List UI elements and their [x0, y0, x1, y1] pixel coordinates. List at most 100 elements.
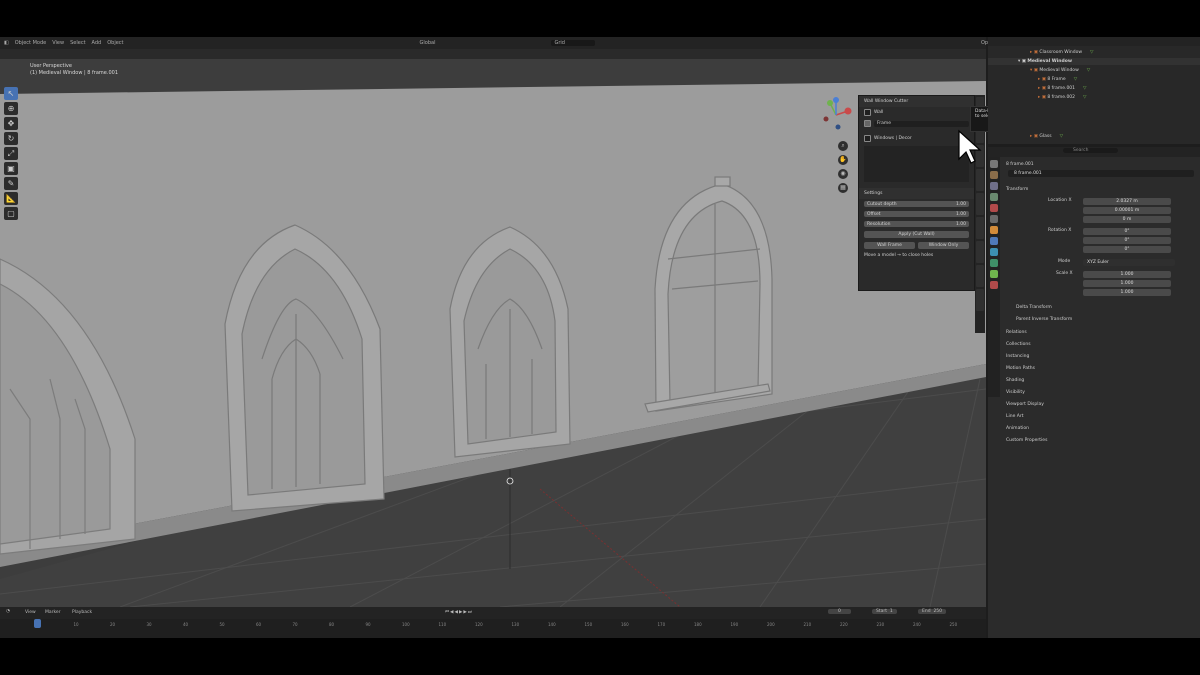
timeline-tick-label: 120 — [475, 622, 483, 627]
material-tab-icon[interactable] — [990, 281, 998, 289]
menu-view[interactable]: View — [52, 40, 64, 46]
scale-tool-icon[interactable]: ⤢ — [4, 147, 18, 160]
annotate-tool-icon[interactable]: ✎ — [4, 177, 18, 190]
playback-controls[interactable]: ⏮◀◀▶▶⏭ — [445, 609, 473, 615]
object-name-field[interactable]: 8 frame.001 — [1008, 170, 1194, 177]
line-art-section[interactable]: Line Art — [1006, 414, 1024, 419]
add-cube-tool-icon[interactable]: ▢ — [4, 207, 18, 220]
location-y-field[interactable]: 0.00001 m — [1083, 207, 1171, 214]
tool-header — [0, 49, 986, 59]
timeline-menu-view[interactable]: View — [25, 610, 36, 615]
object-tab-icon[interactable] — [990, 226, 998, 234]
panel-title: Wall Window Cutter — [859, 96, 974, 107]
measure-tool-icon[interactable]: 📐 — [4, 192, 18, 205]
move-tool-icon[interactable]: ✥ — [4, 117, 18, 130]
view-layer-tab-icon[interactable] — [990, 193, 998, 201]
outliner-item[interactable]: ▾ ▣ Medieval Window◉ ◉ — [988, 58, 1200, 65]
particles-tab-icon[interactable] — [990, 248, 998, 256]
relations-section[interactable]: Relations — [1006, 330, 1027, 335]
rotation-mode-select[interactable]: XYZ Euler — [1083, 259, 1175, 266]
editor-type-icon[interactable]: ◧ — [4, 40, 9, 46]
rotation-y-field[interactable]: 0° — [1083, 237, 1171, 244]
scale-x-field[interactable]: 1.000 — [1083, 271, 1171, 278]
timeline-tick-label: 100 — [402, 622, 410, 627]
menu-add[interactable]: Add — [92, 40, 102, 46]
world-tab-icon[interactable] — [990, 215, 998, 223]
cutout-depth-field[interactable]: Cutout depth 1.00 — [864, 201, 969, 207]
tool-tab-icon[interactable] — [990, 160, 998, 168]
visibility-section[interactable]: Visibility — [1006, 390, 1025, 395]
window-list-item[interactable]: Windows | Decor — [874, 136, 912, 141]
camera-icon[interactable]: ◉ — [838, 169, 848, 179]
viewport-display-section[interactable]: Viewport Display — [1006, 402, 1044, 407]
menu-select[interactable]: Select — [70, 40, 85, 46]
timeline-tick-label: 10 — [73, 622, 79, 627]
outliner-item[interactable]: ▸ ▣ Classroom Window▽◉ ◉ — [988, 49, 1200, 56]
cursor-tool-icon[interactable]: ⊕ — [4, 102, 18, 115]
physics-tab-icon[interactable] — [990, 259, 998, 267]
frame-picker[interactable] — [864, 120, 871, 127]
rotation-z-field[interactable]: 0° — [1083, 246, 1171, 253]
parent-inverse-section[interactable]: Parent Inverse Transform — [1016, 317, 1072, 322]
window-list[interactable] — [864, 146, 969, 182]
rotation-x-field[interactable]: 0° — [1083, 228, 1171, 235]
timeline-tick-label: 170 — [657, 622, 666, 627]
outliner-item[interactable]: ▸ ▣ 8 frame.001▽◉ ◉ — [988, 85, 1200, 92]
properties-editor: Search 8 frame.001 8 frame.001 Transform… — [988, 147, 1200, 638]
scene-tab-icon[interactable] — [990, 204, 998, 212]
wall-label: Wall — [874, 110, 884, 115]
orientation-select[interactable]: Global — [420, 40, 436, 46]
render-tab-icon[interactable] — [990, 171, 998, 179]
data-tab-icon[interactable] — [990, 270, 998, 278]
start-frame-field[interactable]: Start 1 — [872, 609, 897, 614]
transform-tool-icon[interactable]: ▣ — [4, 162, 18, 175]
properties-search[interactable]: Search — [1063, 148, 1119, 153]
outliner-item[interactable]: ▸ ▣ 8 Frame▽◉ ◉ — [988, 76, 1200, 83]
wall-checkbox[interactable] — [864, 109, 871, 116]
snap-search[interactable]: Grid — [551, 40, 595, 46]
timeline-menu-marker[interactable]: Marker — [45, 610, 61, 615]
mode-select[interactable]: Object Mode — [15, 40, 47, 46]
output-tab-icon[interactable] — [990, 182, 998, 190]
modifier-tab-icon[interactable] — [990, 237, 998, 245]
instancing-section[interactable]: Instancing — [1006, 354, 1029, 359]
transform-section[interactable]: Transform — [1006, 187, 1028, 192]
animation-section[interactable]: Animation — [1006, 426, 1029, 431]
custom-properties-section[interactable]: Custom Properties — [1006, 438, 1047, 443]
navigation-gizmo[interactable] — [818, 97, 854, 133]
resolution-field[interactable]: Resolution 1.00 — [864, 221, 969, 227]
scale-z-field[interactable]: 1.000 — [1083, 289, 1171, 296]
outliner-item[interactable]: ▸ ▣ 8 frame.002▽◉ ◉ — [988, 94, 1200, 101]
rotate-tool-icon[interactable]: ↻ — [4, 132, 18, 145]
outliner-item[interactable]: ▾ ▣ Medieval Window▽◉ ◉ — [988, 67, 1200, 74]
pan-hand-icon[interactable]: ✋ — [838, 155, 848, 165]
menu-object[interactable]: Object — [107, 40, 123, 46]
timeline-ruler[interactable]: 10 20 30 40 50 60 70 80 90 100 110 120 130 140 150 160 1… — [0, 619, 986, 638]
clock-icon[interactable]: ◔ — [6, 609, 10, 614]
location-z-field[interactable]: 0 m — [1083, 216, 1171, 223]
timeline-tick-label: 30 — [146, 622, 152, 627]
collections-section[interactable]: Collections — [1006, 342, 1031, 347]
frame-field[interactable]: Frame — [877, 121, 891, 126]
end-frame-field[interactable]: End 250 — [918, 609, 947, 614]
motion-paths-section[interactable]: Motion Paths — [1006, 366, 1035, 371]
playhead[interactable] — [34, 619, 41, 628]
scale-y-field[interactable]: 1.000 — [1083, 280, 1171, 287]
3d-viewport[interactable]: User Perspective (1) Medieval Window | 8… — [0, 59, 986, 607]
mouse-cursor-icon — [958, 129, 982, 164]
timeline-tick-label: 50 — [219, 622, 225, 627]
current-frame-field[interactable]: 0 — [828, 609, 851, 614]
perspective-grid-icon[interactable]: ▦ — [838, 183, 848, 193]
window-only-button[interactable]: Window Only — [918, 242, 969, 249]
timeline-tick-label: 220 — [840, 622, 848, 627]
shading-section[interactable]: Shading — [1006, 378, 1024, 383]
location-x-field[interactable]: 2.0327 m — [1083, 198, 1171, 205]
timeline-menu-playback[interactable]: Playback — [72, 610, 92, 615]
select-tool-icon[interactable]: ↖ — [4, 87, 18, 100]
offset-field[interactable]: Offset 1.00 — [864, 211, 969, 217]
delta-transform-section[interactable]: Delta Transform — [1016, 305, 1052, 310]
zoom-icon[interactable]: ⌕ — [838, 141, 848, 151]
apply-cut-button[interactable]: Apply (Cut Wall) — [864, 231, 969, 238]
outliner-item[interactable]: ▸ ▣ Glass▽◉ ◉ — [988, 133, 1200, 140]
wall-frame-button[interactable]: Wall Frame — [864, 242, 915, 249]
